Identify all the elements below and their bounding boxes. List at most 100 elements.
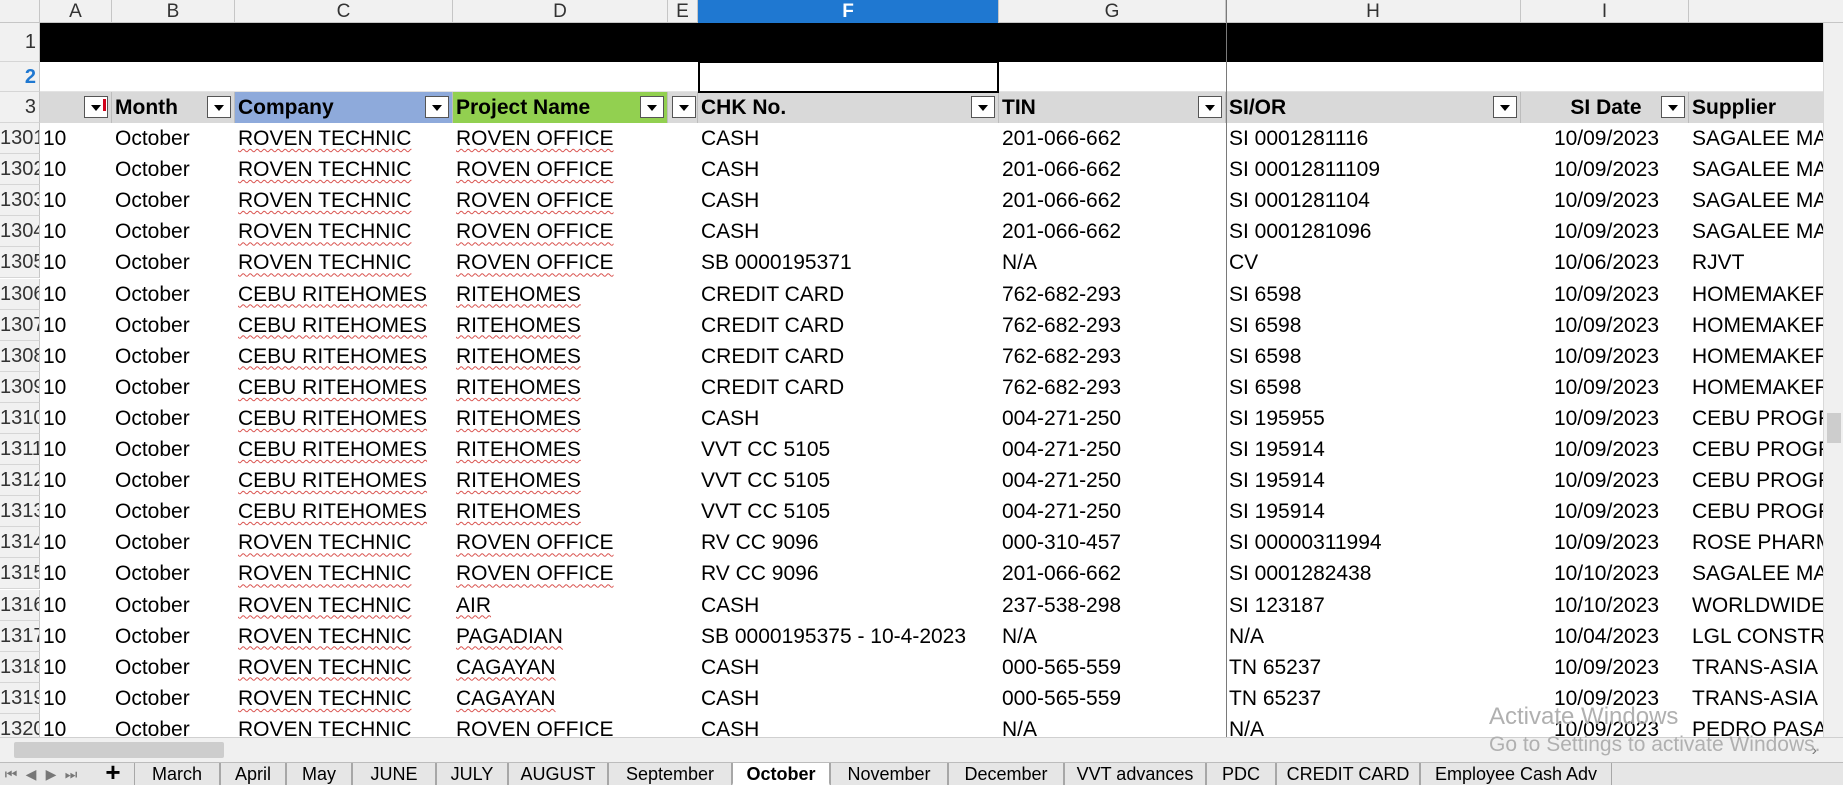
first-sheet-icon[interactable]: ⏮ — [2, 763, 20, 785]
cell-tin[interactable]: 762-682-293 — [999, 279, 1226, 310]
cell-project[interactable]: ROVEN OFFICE — [453, 216, 668, 247]
tab-pdc[interactable]: PDC — [1206, 763, 1276, 785]
cell-chk-no[interactable]: CASH — [698, 123, 999, 154]
cell-si-or[interactable]: SI 6598 — [1226, 372, 1521, 403]
filter-dropdown-chk[interactable] — [971, 96, 995, 118]
tab-vvt-advances[interactable]: VVT advances — [1064, 763, 1206, 785]
cell-company[interactable]: CEBU RITEHOMES — [235, 310, 453, 341]
row-number[interactable]: 2 — [0, 62, 40, 92]
cell-si-date[interactable]: 10/06/2023 — [1521, 247, 1689, 278]
cell-chk-no[interactable]: VVT CC 5105 — [698, 465, 999, 496]
cell-si-date[interactable]: 10/09/2023 — [1521, 279, 1689, 310]
cell-a[interactable]: 10 — [40, 527, 112, 558]
cell-company[interactable]: ROVEN TECHNIC — [235, 154, 453, 185]
row-number[interactable]: 1316 — [0, 589, 40, 621]
tab-december[interactable]: December — [948, 763, 1064, 785]
tab-july[interactable]: JULY — [436, 763, 508, 785]
cell-si-or[interactable]: TN 65237 — [1226, 652, 1521, 683]
cell-a[interactable]: 10 — [40, 652, 112, 683]
cell-si-or[interactable]: N/A — [1226, 621, 1521, 652]
cell-si-or[interactable]: SI 195914 — [1226, 465, 1521, 496]
tab-august[interactable]: AUGUST — [508, 763, 608, 785]
cell-tin[interactable]: N/A — [999, 621, 1226, 652]
cell-company[interactable]: ROVEN TECHNIC — [235, 558, 453, 589]
cell-si-or[interactable]: SI 0001282438 — [1226, 558, 1521, 589]
cell-supplier[interactable]: SAGALEE MAN — [1689, 216, 1823, 247]
cell-month[interactable]: October — [112, 310, 235, 341]
cell-project[interactable]: RITEHOMES — [453, 465, 668, 496]
cell-si-or[interactable]: SI 6598 — [1226, 310, 1521, 341]
row-number[interactable]: 1312 — [0, 465, 40, 497]
cell-project[interactable]: RITEHOMES — [453, 372, 668, 403]
cell-tin[interactable]: 762-682-293 — [999, 372, 1226, 403]
cell-si-date[interactable]: 10/10/2023 — [1521, 590, 1689, 621]
cell-tin[interactable]: 762-682-293 — [999, 341, 1226, 372]
cell-supplier[interactable]: CEBU PROGRE — [1689, 434, 1823, 465]
row-number[interactable]: 1314 — [0, 527, 40, 559]
add-sheet-button[interactable]: + — [100, 759, 126, 785]
cell-chk-no[interactable]: VVT CC 5105 — [698, 496, 999, 527]
cell-si-or[interactable]: SI 6598 — [1226, 341, 1521, 372]
cell-si-date[interactable]: 10/09/2023 — [1521, 310, 1689, 341]
cell-month[interactable]: October — [112, 403, 235, 434]
cell-a[interactable]: 10 — [40, 434, 112, 465]
filter-dropdown-month[interactable] — [207, 96, 231, 118]
cell-a[interactable]: 10 — [40, 590, 112, 621]
cell-si-date[interactable]: 10/09/2023 — [1521, 465, 1689, 496]
cell-tin[interactable]: 201-066-662 — [999, 123, 1226, 154]
cell-month[interactable]: October — [112, 652, 235, 683]
row-number[interactable]: 1309 — [0, 371, 40, 403]
cell-project[interactable]: RITEHOMES — [453, 496, 668, 527]
column-header-d[interactable]: D — [453, 0, 668, 23]
cell-supplier[interactable]: RJVT — [1689, 247, 1823, 278]
cell-company[interactable]: CEBU RITEHOMES — [235, 372, 453, 403]
cell-month[interactable]: October — [112, 465, 235, 496]
row-number[interactable]: 1307 — [0, 309, 40, 341]
cell-supplier[interactable]: SAGALEE MAN — [1689, 185, 1823, 216]
cell-si-date[interactable]: 10/09/2023 — [1521, 341, 1689, 372]
cell-a[interactable]: 10 — [40, 372, 112, 403]
cell-project[interactable]: RITEHOMES — [453, 279, 668, 310]
row-number[interactable]: 1303 — [0, 185, 40, 217]
cell-supplier[interactable]: HOMEMAKER — [1689, 310, 1823, 341]
tab-october[interactable]: October — [732, 763, 830, 785]
cell-a[interactable]: 10 — [40, 310, 112, 341]
cell-project[interactable]: CAGAYAN — [453, 683, 668, 714]
cell-supplier[interactable]: CEBU PROGRE — [1689, 403, 1823, 434]
cell-a[interactable]: 10 — [40, 154, 112, 185]
cell-tin[interactable]: 004-271-250 — [999, 465, 1226, 496]
cell-project[interactable]: ROVEN OFFICE — [453, 154, 668, 185]
tab-april[interactable]: April — [220, 763, 286, 785]
cell-chk-no[interactable]: CASH — [698, 652, 999, 683]
cell-si-date[interactable]: 10/09/2023 — [1521, 434, 1689, 465]
cell-si-or[interactable]: SI 6598 — [1226, 279, 1521, 310]
filter-dropdown-a[interactable] — [84, 96, 108, 118]
cell-tin[interactable]: 004-271-250 — [999, 496, 1226, 527]
column-header-b[interactable]: B — [112, 0, 235, 23]
prev-sheet-icon[interactable]: ◀ — [22, 763, 40, 785]
cell-si-or[interactable]: SI 195914 — [1226, 434, 1521, 465]
cell-month[interactable]: October — [112, 154, 235, 185]
row-number[interactable]: 1306 — [0, 278, 40, 310]
tab-may[interactable]: May — [286, 763, 352, 785]
cell-company[interactable]: CEBU RITEHOMES — [235, 279, 453, 310]
cell-company[interactable]: ROVEN TECHNIC — [235, 683, 453, 714]
filter-dropdown-sior[interactable] — [1493, 96, 1517, 118]
cell-tin[interactable]: 000-565-559 — [999, 683, 1226, 714]
cell-a[interactable]: 10 — [40, 216, 112, 247]
cell-a[interactable]: 10 — [40, 403, 112, 434]
cell-si-date[interactable]: 10/09/2023 — [1521, 652, 1689, 683]
cell-tin[interactable]: 000-310-457 — [999, 527, 1226, 558]
tab-credit-card[interactable]: CREDIT CARD — [1276, 763, 1420, 785]
select-all-corner[interactable] — [0, 0, 40, 23]
cell-chk-no[interactable]: RV CC 9096 — [698, 527, 999, 558]
cell-supplier[interactable]: LGL CONSTRUC — [1689, 621, 1823, 652]
row-number[interactable]: 1305 — [0, 247, 40, 279]
cell-a[interactable]: 10 — [40, 558, 112, 589]
row-number[interactable]: 1313 — [0, 496, 40, 528]
cell-a[interactable]: 10 — [40, 341, 112, 372]
cell-si-or[interactable]: SI 195955 — [1226, 403, 1521, 434]
cell-project[interactable]: RITEHOMES — [453, 310, 668, 341]
row-number[interactable]: 1310 — [0, 402, 40, 434]
cell-supplier[interactable]: SAGALEE MAN — [1689, 154, 1823, 185]
